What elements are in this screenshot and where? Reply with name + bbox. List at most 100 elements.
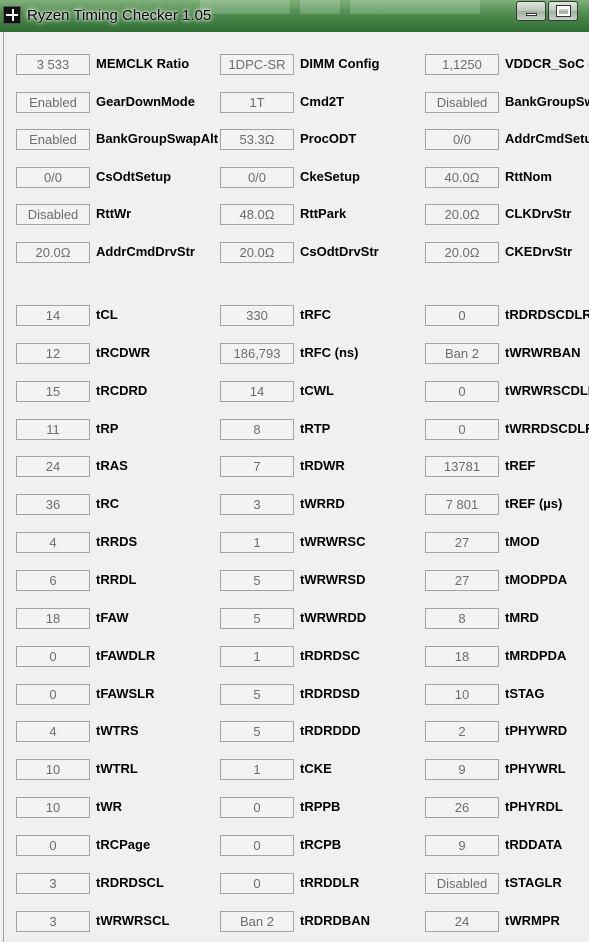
value-box[interactable]: 0/0 — [16, 166, 90, 188]
value-box[interactable]: 1 — [220, 759, 294, 781]
value-box[interactable]: 3 — [220, 494, 294, 516]
value-box[interactable]: 0 — [220, 797, 294, 819]
value-box[interactable]: 7 801 — [425, 494, 499, 516]
value-box[interactable]: 10 — [16, 759, 90, 781]
value-box[interactable]: 14 — [16, 305, 90, 326]
field-label: tFAWDLR — [96, 647, 156, 663]
field-label: CKEDrvStr — [505, 244, 573, 259]
value-box[interactable]: 11 — [16, 418, 90, 440]
value-box[interactable]: 2 — [425, 721, 499, 743]
app-cross-icon[interactable] — [3, 6, 21, 24]
value-box[interactable]: 1 — [220, 645, 294, 667]
field-label: tRFC — [300, 307, 332, 322]
value-box[interactable]: Enabled — [16, 129, 90, 151]
value-box[interactable]: 27 — [425, 569, 499, 591]
value-box[interactable]: 3 — [16, 872, 90, 894]
field-label: tRDDATA — [505, 836, 563, 852]
value-box[interactable]: 0/0 — [220, 166, 294, 188]
value-box[interactable]: 12 — [16, 342, 90, 364]
field-label: tMRD — [505, 609, 539, 625]
value-box[interactable]: 13781 — [425, 456, 499, 478]
value-box[interactable]: 1DPC-SR — [220, 54, 294, 75]
value-box[interactable]: Ban 2 — [425, 342, 499, 364]
field-label: tCWL — [300, 382, 334, 398]
value-box[interactable]: Ban 2 — [220, 910, 294, 932]
field-label: tCL — [96, 307, 118, 322]
field-label: tRP — [96, 420, 119, 436]
value-box[interactable]: 20.0Ω — [220, 242, 294, 263]
value-box[interactable]: 36 — [16, 494, 90, 516]
value-box[interactable]: Disabled — [16, 204, 90, 226]
value-box[interactable]: 20.0Ω — [425, 242, 499, 263]
value-box[interactable]: 3 — [16, 910, 90, 932]
value-box[interactable]: Disabled — [425, 872, 499, 894]
field-label: tRRDDLR — [300, 874, 360, 890]
value-box[interactable]: 1,1250 — [425, 54, 499, 75]
field-label: tRDRDBAN — [300, 912, 371, 928]
value-box[interactable]: 3 533 — [16, 54, 90, 75]
value-box[interactable]: 7 — [220, 456, 294, 478]
field-label: tRTP — [300, 420, 331, 436]
value-box[interactable]: 6 — [16, 569, 90, 591]
value-box[interactable]: 18 — [425, 645, 499, 667]
value-box[interactable]: 0 — [220, 872, 294, 894]
value-box[interactable]: 18 — [16, 607, 90, 629]
field-label: GearDownMode — [96, 93, 195, 109]
value-box[interactable]: 4 — [16, 721, 90, 743]
field-label: tWTRS — [96, 723, 139, 739]
value-box[interactable]: 5 — [220, 569, 294, 591]
value-box[interactable]: 53.3Ω — [220, 129, 294, 151]
title-bar[interactable]: Ryzen Timing Checker 1.05 — [0, 0, 589, 32]
value-box[interactable]: 186,793 — [220, 342, 294, 364]
value-box[interactable]: 24 — [16, 456, 90, 478]
value-box[interactable]: 8 — [220, 418, 294, 440]
field-label: tWTRL — [96, 761, 138, 777]
value-box[interactable]: 0/0 — [425, 129, 499, 151]
field-label: tRAS — [96, 458, 128, 474]
value-box[interactable]: 1T — [220, 91, 294, 113]
field-label: tWR — [96, 799, 122, 815]
value-box[interactable]: 0 — [16, 645, 90, 667]
field-label: tRRDS — [96, 534, 138, 550]
value-box[interactable]: 20.0Ω — [16, 242, 90, 263]
value-box[interactable]: 8 — [425, 607, 499, 629]
value-box[interactable]: 10 — [16, 797, 90, 819]
maximize-button[interactable] — [548, 1, 578, 21]
value-box[interactable]: 14 — [220, 380, 294, 402]
value-box[interactable]: 48.0Ω — [220, 204, 294, 226]
value-box[interactable]: 9 — [425, 759, 499, 781]
value-box[interactable]: 1 — [220, 532, 294, 554]
value-box[interactable]: 15 — [16, 380, 90, 402]
value-box[interactable]: 9 — [425, 834, 499, 856]
value-box[interactable]: 20.0Ω — [425, 204, 499, 226]
field-label: VDDCR_SoC (V) — [505, 56, 589, 71]
value-box[interactable]: 24 — [425, 910, 499, 932]
value-box[interactable]: 5 — [220, 721, 294, 743]
value-box[interactable]: Enabled — [16, 91, 90, 113]
value-box[interactable]: 0 — [425, 418, 499, 440]
value-box[interactable]: 0 — [425, 380, 499, 402]
value-box[interactable]: 0 — [220, 834, 294, 856]
value-box[interactable]: 0 — [16, 834, 90, 856]
minimize-button[interactable] — [516, 1, 546, 21]
value-box[interactable]: 0 — [425, 305, 499, 326]
field-label: tWRRD — [300, 496, 345, 512]
field-label: tRCPage — [96, 836, 151, 852]
value-box[interactable]: Disabled — [425, 91, 499, 113]
window-title: Ryzen Timing Checker 1.05 — [27, 7, 212, 24]
value-box[interactable]: 26 — [425, 797, 499, 819]
field-label: BankGroupSwap — [505, 93, 589, 109]
field-label: RttPark — [300, 206, 347, 222]
field-label: RttNom — [505, 168, 552, 184]
field-label: tRDRDSCDLR — [505, 307, 589, 322]
value-box[interactable]: 5 — [220, 607, 294, 629]
value-box[interactable]: 27 — [425, 532, 499, 554]
value-box[interactable]: 40.0Ω — [425, 166, 499, 188]
value-box[interactable]: 10 — [425, 683, 499, 705]
value-box[interactable]: 4 — [16, 532, 90, 554]
field-label: tPHYWRD — [505, 723, 568, 739]
value-box[interactable]: 330 — [220, 305, 294, 326]
value-box[interactable]: 5 — [220, 683, 294, 705]
field-label: CsOdtDrvStr — [300, 244, 379, 259]
value-box[interactable]: 0 — [16, 683, 90, 705]
